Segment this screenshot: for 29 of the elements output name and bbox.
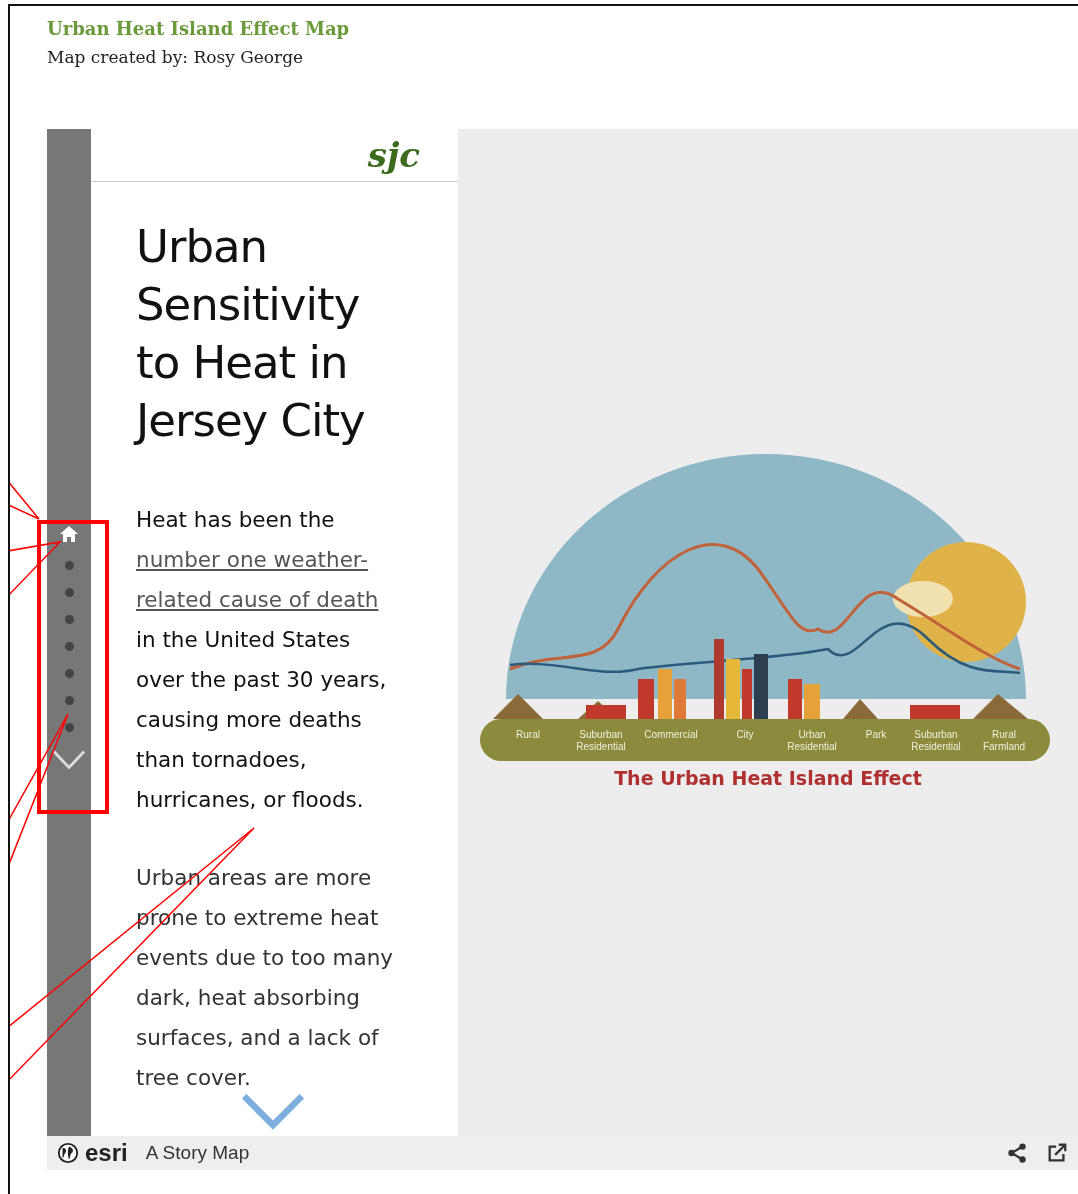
nav-dot[interactable] xyxy=(64,696,74,705)
zone-label: City xyxy=(736,729,754,740)
zone-label: Suburban Residential xyxy=(911,729,961,752)
zone-label: Park xyxy=(865,729,887,740)
globe-icon xyxy=(57,1142,79,1164)
logo: sjc xyxy=(367,135,420,175)
map-title: Urban Heat Island Effect Map xyxy=(47,18,351,39)
text-link[interactable]: number one weather-related cause of death xyxy=(136,540,404,620)
body-paragraph: Heat has been the number one weather-related cause of death in the United States over the past 30 years, causing more deaths than tornadoes, hurricanes, or floods. xyxy=(136,500,404,820)
map-credit: Map created by: Rosy George xyxy=(47,47,305,67)
external-link-icon[interactable] xyxy=(1046,1142,1068,1164)
zone-label: Urban Residential xyxy=(787,729,837,752)
chevron-down-icon[interactable] xyxy=(52,749,86,771)
nav-dot[interactable] xyxy=(64,642,74,651)
scroll-down-icon[interactable] xyxy=(241,1093,305,1130)
illustration-caption: The Urban Heat Island Effect xyxy=(614,767,922,789)
nav-dot[interactable] xyxy=(64,561,74,570)
zone-label: Rural xyxy=(516,729,540,740)
nav-dot[interactable] xyxy=(64,588,74,597)
share-icon[interactable] xyxy=(1006,1142,1028,1164)
footer-label: A Story Map xyxy=(145,1142,250,1164)
nav-dot[interactable] xyxy=(64,723,74,732)
brand-logo: esri xyxy=(85,1139,128,1167)
zone-label: Rural Farmland xyxy=(982,729,1026,752)
home-icon[interactable] xyxy=(59,524,79,544)
zone-label: Commercial xyxy=(644,729,698,740)
nav-dot[interactable] xyxy=(64,615,74,624)
zone-label: Suburban Residential xyxy=(576,729,626,752)
nav-dot[interactable] xyxy=(64,669,74,678)
